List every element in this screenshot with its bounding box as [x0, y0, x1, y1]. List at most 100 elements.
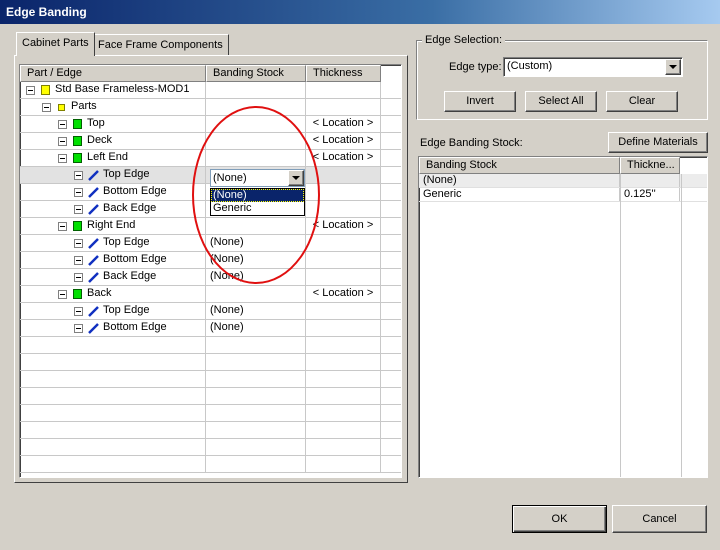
collapse-icon[interactable] [74, 307, 83, 316]
table-row[interactable]: Bottom Edge (None) [20, 320, 401, 337]
collapse-icon[interactable] [42, 103, 51, 112]
thickness-cell[interactable] [306, 303, 381, 319]
empty-cell [206, 388, 306, 404]
dropdown-option-none[interactable]: (None) [211, 189, 304, 202]
thickness-cell[interactable] [306, 201, 381, 217]
edge-type-select[interactable]: (Custom) [503, 57, 683, 77]
part-edge-cell: Deck [20, 133, 206, 149]
collapse-icon[interactable] [74, 239, 83, 248]
empty-cell [206, 422, 306, 438]
table-row[interactable]: Parts [20, 99, 401, 116]
empty-cell [306, 388, 381, 404]
chevron-down-icon[interactable] [288, 170, 304, 186]
collapse-icon[interactable] [58, 154, 67, 163]
thickness-cell[interactable] [306, 320, 381, 336]
thickness-cell[interactable] [306, 99, 381, 115]
invert-button[interactable]: Invert [444, 91, 516, 112]
collapse-icon[interactable] [58, 120, 67, 129]
part-edge-grid[interactable]: Part / Edge Banding Stock Thickness Std … [19, 64, 402, 478]
tab-face-frame-components[interactable]: Face Frame Components [92, 34, 229, 55]
thickness-cell[interactable]: < Location > [306, 218, 381, 234]
empty-cell [306, 354, 381, 370]
part-edge-cell: Top [20, 116, 206, 132]
column-header-banding-stock-name[interactable]: Banding Stock [419, 157, 620, 174]
column-header-stock-thickness[interactable]: Thickne... [620, 157, 680, 174]
edge-type-label: Edge type: [449, 61, 502, 73]
banding-stock-cell[interactable] [206, 116, 306, 132]
part-edge-label: Top Edge [103, 236, 150, 248]
green-part-icon [73, 153, 82, 163]
column-header-banding-stock[interactable]: Banding Stock [206, 65, 306, 82]
clear-button[interactable]: Clear [606, 91, 678, 112]
chevron-down-icon[interactable] [665, 59, 681, 75]
empty-cell [20, 422, 206, 438]
collapse-icon[interactable] [74, 171, 83, 180]
banding-stock-cell[interactable]: (None) [206, 269, 306, 285]
part-edge-label: Top Edge [103, 304, 150, 316]
edge-banding-stock-label: Edge Banding Stock: [420, 137, 523, 149]
collapse-icon[interactable] [74, 324, 83, 333]
thickness-cell[interactable] [306, 184, 381, 200]
banding-stock-cell[interactable]: (None) [206, 320, 306, 336]
empty-cell [20, 439, 206, 455]
collapse-icon[interactable] [74, 273, 83, 282]
banding-stock-cell[interactable]: (None) [206, 252, 306, 268]
table-row[interactable]: Std Base Frameless-MOD1 [20, 82, 401, 99]
banding-stock-cell[interactable] [206, 133, 306, 149]
thickness-cell[interactable]: < Location > [306, 116, 381, 132]
table-row[interactable]: Bottom Edge (None) [20, 252, 401, 269]
collapse-icon[interactable] [74, 205, 83, 214]
thickness-cell[interactable] [306, 252, 381, 268]
banding-stock-cell[interactable] [206, 286, 306, 302]
dropdown-option-generic[interactable]: Generic [211, 202, 304, 215]
thickness-cell[interactable]: < Location > [306, 150, 381, 166]
part-edge-label: Back Edge [103, 270, 157, 282]
collapse-icon[interactable] [58, 222, 67, 231]
banding-stock-cell[interactable] [206, 99, 306, 115]
banding-stock-list[interactable]: Banding Stock Thickne... (None) Generic … [418, 156, 708, 478]
stock-row-generic[interactable]: Generic 0.125'' [419, 188, 707, 202]
banding-stock-cell[interactable] [206, 150, 306, 166]
table-row[interactable]: Top < Location > [20, 116, 401, 133]
table-row[interactable]: Back Edge (None) [20, 269, 401, 286]
part-edge-label: Top Edge [103, 168, 150, 180]
part-edge-cell: Right End [20, 218, 206, 234]
part-edge-label: Top [87, 117, 105, 129]
banding-stock-cell[interactable]: (None) [206, 303, 306, 319]
cancel-button[interactable]: Cancel [612, 505, 707, 533]
table-row[interactable]: Left End < Location > [20, 150, 401, 167]
edge-icon [88, 323, 99, 334]
collapse-icon[interactable] [58, 290, 67, 299]
column-header-part-edge[interactable]: Part / Edge [20, 65, 206, 82]
thickness-cell[interactable] [306, 269, 381, 285]
banding-stock-cell[interactable] [206, 82, 306, 98]
table-row[interactable]: Right End < Location > [20, 218, 401, 235]
banding-stock-cell[interactable]: (None) [206, 235, 306, 251]
stock-row-none[interactable]: (None) [419, 174, 707, 188]
thickness-cell[interactable] [306, 167, 381, 183]
thickness-cell[interactable] [306, 82, 381, 98]
thickness-cell[interactable]: < Location > [306, 133, 381, 149]
collapse-icon[interactable] [74, 188, 83, 197]
column-header-thickness[interactable]: Thickness [306, 65, 381, 82]
banding-stock-dropdown[interactable]: (None) [210, 169, 305, 187]
edge-selection-title: Edge Selection: [422, 34, 506, 46]
banding-stock-cell[interactable] [206, 218, 306, 234]
empty-cell [306, 439, 381, 455]
define-materials-button[interactable]: Define Materials [608, 132, 708, 153]
collapse-icon[interactable] [58, 137, 67, 146]
thickness-cell[interactable]: < Location > [306, 286, 381, 302]
ok-button[interactable]: OK [512, 505, 607, 533]
part-edge-cell: Parts [20, 99, 206, 115]
collapse-icon[interactable] [26, 86, 35, 95]
tab-cabinet-parts[interactable]: Cabinet Parts [16, 32, 95, 56]
collapse-icon[interactable] [74, 256, 83, 265]
column-divider [681, 174, 682, 477]
table-row[interactable]: Back < Location > [20, 286, 401, 303]
table-row[interactable]: Deck < Location > [20, 133, 401, 150]
part-edge-cell: Top Edge [20, 167, 206, 183]
thickness-cell[interactable] [306, 235, 381, 251]
table-row[interactable]: Top Edge (None) [20, 303, 401, 320]
table-row[interactable]: Top Edge (None) [20, 235, 401, 252]
select-all-button[interactable]: Select All [525, 91, 597, 112]
